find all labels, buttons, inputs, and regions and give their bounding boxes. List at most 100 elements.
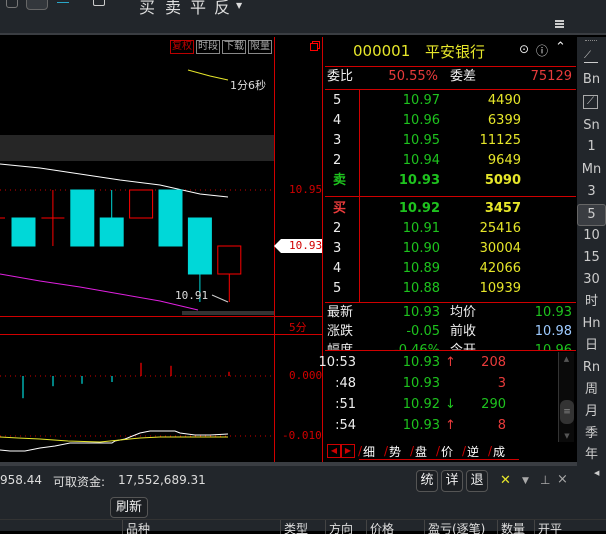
tick-row: :54 10.93 ↑ 8 [325, 416, 576, 436]
scroll-down-icon[interactable]: ▼ [559, 432, 575, 440]
candle-body [217, 245, 242, 275]
column-header[interactable]: 方向 [325, 520, 365, 534]
line-chart-box-icon[interactable]: ⟋ [583, 95, 598, 109]
period-item[interactable]: 日 [577, 336, 606, 356]
scroll-up-icon[interactable]: ▲ [559, 355, 574, 363]
hamburger-icon[interactable] [555, 20, 564, 28]
column-header[interactable]: 价格 [366, 520, 424, 534]
pin-icon[interactable]: ⊥ [540, 473, 550, 487]
tick-price: 10.92 [402, 397, 440, 412]
layout-icon[interactable] [6, 0, 18, 8]
stat-label: 最新 [327, 305, 354, 320]
pane-divider [0, 316, 323, 317]
period-item[interactable]: Mn [577, 160, 606, 180]
line-tool-icon[interactable] [57, 2, 69, 3]
price-label-current: 10.93 [289, 239, 323, 252]
divider [325, 350, 576, 351]
period-item[interactable]: 10 [577, 226, 606, 246]
dropdown-icon[interactable]: ▼ [236, 1, 242, 10]
detail-tab[interactable]: 逆 [467, 444, 479, 460]
exit-button[interactable]: 退 [466, 470, 488, 492]
stat-row: 最新 10.93 均价 10.93 [325, 303, 576, 323]
candle-body [70, 189, 95, 247]
ma-line-magenta [0, 273, 199, 311]
chart-border-right [322, 37, 323, 462]
stat-value: -0.05 [406, 324, 440, 339]
scroll-thumb[interactable]: ≡ [560, 400, 574, 424]
tick-price: 10.93 [402, 418, 440, 433]
stat-value: 10.93 [534, 305, 572, 320]
stat-row: 涨跌 -0.05 前收 10.98 [325, 322, 576, 342]
column-header[interactable]: 盈亏(逐笔) [424, 520, 496, 534]
detail-tab[interactable]: 价 [441, 444, 453, 460]
stat-value: 10.98 [534, 324, 572, 339]
kline-chart[interactable]: 复权 时段 下载 限量 1分6秒 10.95 10.93 10.91 5分 0.… [0, 37, 323, 462]
candle-body [11, 217, 36, 247]
tick-volume: 208 [481, 355, 506, 370]
tab-separator: / [410, 444, 415, 458]
balance-value: 958.44 [0, 473, 42, 487]
period-item[interactable]: 3 [577, 182, 606, 202]
sell-button[interactable]: 卖 [165, 0, 181, 18]
tools-icon[interactable]: ✕ [500, 473, 511, 488]
detail-tab[interactable]: 盘 [415, 444, 427, 460]
next-tab-button[interactable]: ▶ [341, 444, 355, 458]
dropdown-icon[interactable]: ▼ [522, 476, 529, 486]
column-header[interactable]: 品种 [122, 520, 277, 534]
column-header[interactable]: 数量 [497, 520, 533, 534]
tab-separator: / [384, 444, 389, 458]
close-icon[interactable]: × [557, 472, 568, 487]
price-label-high: 10.95 [289, 183, 323, 196]
detail-tab[interactable]: 细 [363, 444, 375, 460]
splitter[interactable] [0, 462, 577, 466]
toolbar: 买 卖 平 反 ▼ [0, 0, 606, 35]
detail-button[interactable]: 详 [441, 470, 463, 492]
line-chart-icon[interactable]: ⟋ [584, 51, 598, 63]
period-item[interactable]: 15 [577, 248, 606, 268]
period-item[interactable]: 1 [577, 137, 606, 157]
period-item[interactable]: Rn [577, 358, 606, 378]
period-item[interactable]: 季 [577, 424, 606, 444]
stat-label: 均价 [450, 305, 477, 320]
candle-body [129, 189, 154, 219]
ticks-scrollbar[interactable]: ▲ ≡ ▼ [558, 352, 574, 442]
tab-separator: / [436, 444, 441, 458]
more-icon[interactable] [585, 40, 597, 41]
prev-tab-button[interactable]: ◀ [327, 444, 341, 458]
rect-tool-icon[interactable] [93, 0, 105, 6]
buy-button[interactable]: 买 [139, 0, 155, 18]
period-item[interactable]: Sn [577, 116, 606, 136]
tick-row: :51 10.92 ↓ 290 [325, 395, 576, 415]
reverse-button[interactable]: 反 [214, 0, 230, 18]
period-item[interactable]: 时 [577, 292, 606, 312]
period-item[interactable]: 月 [577, 402, 606, 422]
tag-pointer [274, 239, 281, 253]
close-position-button[interactable]: 平 [190, 0, 206, 18]
stats-button[interactable]: 统 [416, 470, 438, 492]
detail-tab[interactable]: 势 [389, 444, 401, 460]
stat-value: 10.93 [402, 305, 440, 320]
tick-time: 10:53 [318, 355, 356, 370]
tick-volume: 8 [497, 418, 506, 433]
detail-tab[interactable]: 成 [493, 444, 505, 460]
period-item[interactable]: Bn [577, 70, 606, 90]
pane-divider [0, 334, 323, 335]
tick-price: 10.93 [402, 355, 440, 370]
cursor-tool-button[interactable] [26, 0, 48, 10]
column-header[interactable]: 开平 [534, 520, 574, 534]
stat-label: 涨跌 [327, 324, 354, 339]
column-header[interactable]: 类型 [280, 520, 320, 534]
period-item[interactable]: 30 [577, 270, 606, 290]
collapse-arrow-icon[interactable]: ◀ [594, 469, 599, 477]
low-marker-line [211, 294, 229, 303]
tick-time: :51 [335, 397, 356, 412]
period-item[interactable]: 周 [577, 380, 606, 400]
stat-label: 前收 [450, 324, 477, 339]
period-label: 5分 [289, 321, 307, 334]
countdown-line [187, 69, 229, 81]
refresh-button[interactable]: 刷新 [110, 497, 148, 518]
period-item[interactable]: Hn [577, 314, 606, 334]
period-item[interactable]: 5 [577, 204, 606, 226]
candle-body [187, 217, 212, 275]
indicator-label-zero: 0.000 [289, 369, 323, 382]
